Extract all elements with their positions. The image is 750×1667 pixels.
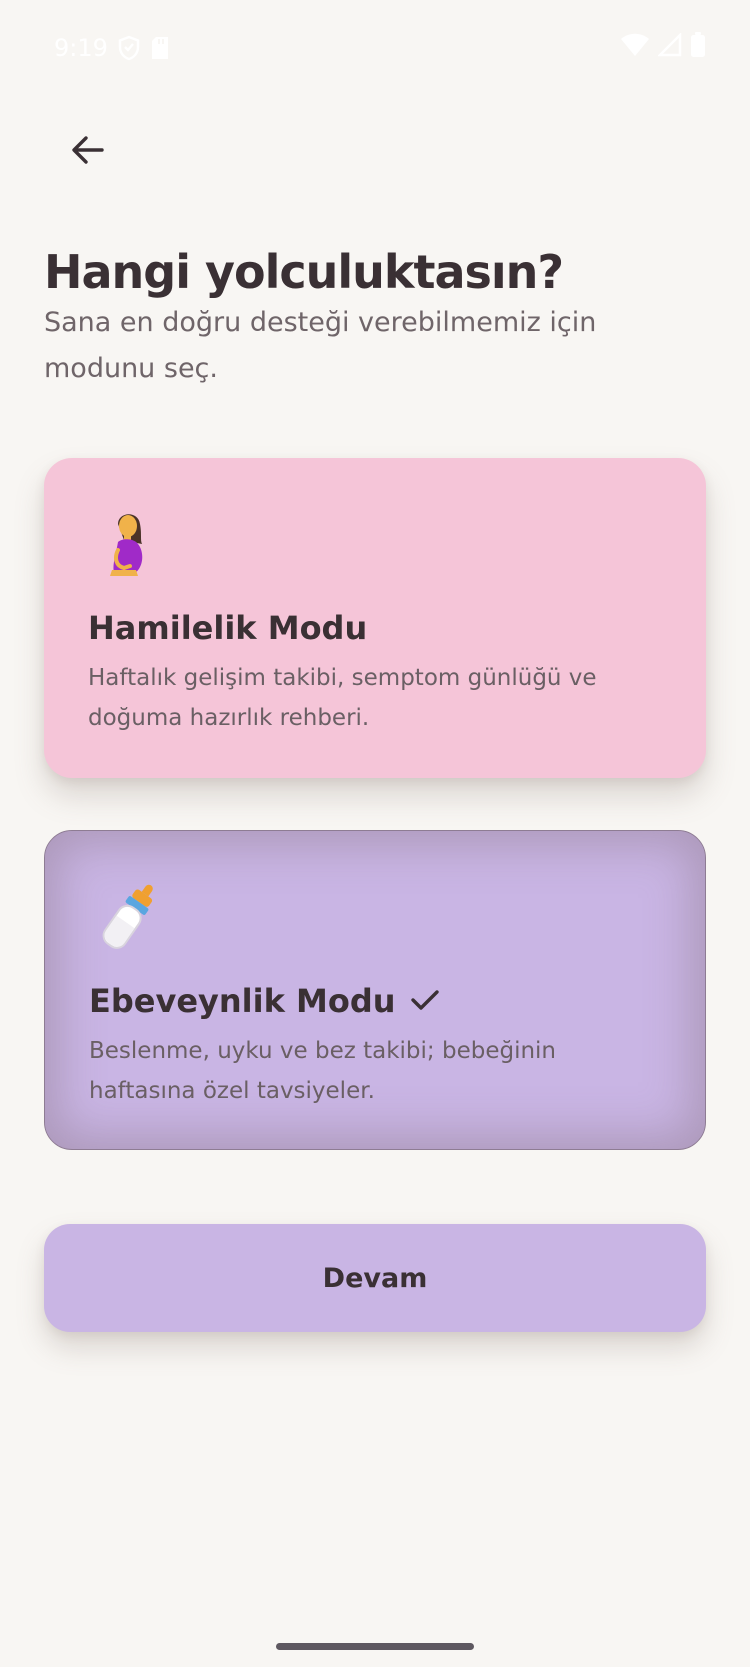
arrow-left-icon — [70, 132, 106, 172]
shield-icon — [118, 35, 140, 61]
status-right-group — [620, 32, 706, 58]
mode-card-title: Hamilelik Modu — [88, 606, 367, 650]
continue-button[interactable]: Devam — [44, 1224, 706, 1332]
mode-title-text: Hamilelik Modu — [88, 609, 368, 647]
status-time: 9:19 — [54, 34, 108, 62]
cellular-signal-icon — [658, 33, 682, 57]
status-bar: 9:19 — [0, 0, 750, 96]
battery-icon — [690, 32, 706, 58]
back-button[interactable] — [48, 112, 128, 192]
page-title: Hangi yolculuktasın? — [44, 245, 564, 299]
page-subtitle: Sana en doğru desteği verebilmemiz için … — [44, 307, 597, 384]
baby-bottle-icon — [89, 877, 169, 957]
mode-title-text: Ebeveynlik Modu — [89, 982, 396, 1020]
sd-card-icon — [150, 36, 170, 60]
status-left-group: 9:19 — [54, 28, 170, 68]
mode-card-parenting[interactable]: Ebeveynlik Modu Beslenme, uyku ve bez ta… — [44, 830, 706, 1150]
home-indicator[interactable] — [276, 1643, 474, 1650]
pregnant-woman-icon — [88, 504, 168, 584]
mode-card-description: Beslenme, uyku ve bez takibi; bebeğinin … — [89, 1038, 557, 1104]
checkmark-icon — [410, 979, 440, 1023]
mode-card-title: Ebeveynlik Modu — [89, 979, 440, 1023]
wifi-icon — [620, 33, 650, 57]
mode-card-pregnancy[interactable]: Hamilelik Modu Haftalık gelişim takibi, … — [44, 458, 706, 778]
mode-card-description: Haftalık gelişim takibi, semptom günlüğü… — [88, 665, 597, 731]
